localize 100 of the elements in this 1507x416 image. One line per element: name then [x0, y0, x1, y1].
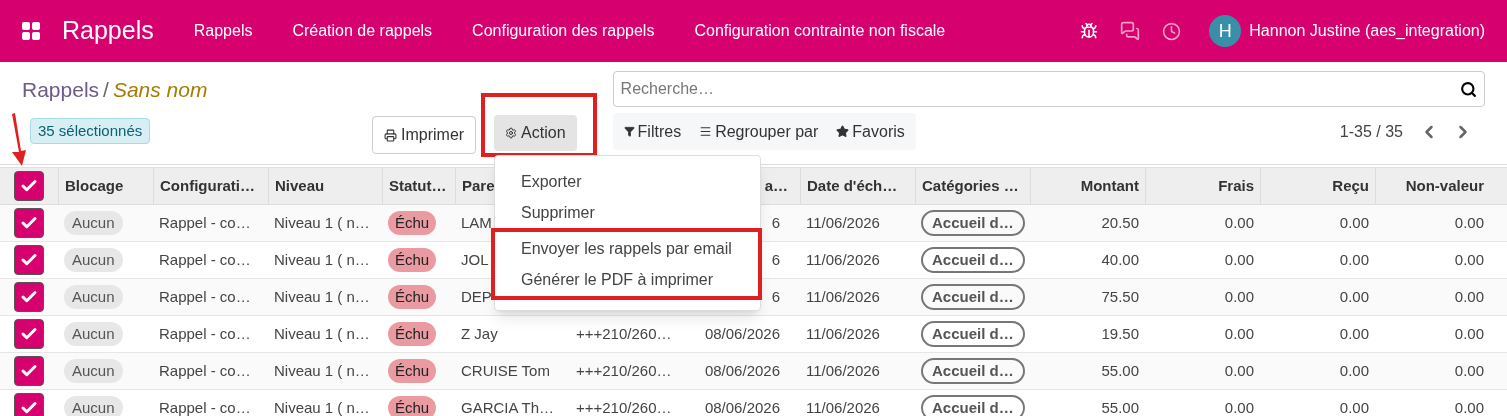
row-checkbox[interactable]: [14, 282, 44, 312]
menu-item[interactable]: Supprimer: [495, 197, 760, 228]
table-cell-text: 11/06/2026: [806, 249, 880, 270]
table-cell-text: 0.00: [1224, 212, 1254, 233]
table-cell-text: Rappel - co…: [159, 323, 251, 344]
menu-item[interactable]: Configuration des rappels: [452, 19, 675, 43]
menu-item[interactable]: Envoyer les rappels par email: [495, 233, 758, 264]
column-header[interactable]: Blocage: [65, 174, 124, 198]
status-tag: Échu: [388, 284, 437, 310]
record-title: Sans nom: [112, 77, 208, 103]
status-tag: Aucun: [64, 210, 123, 236]
row-checkbox[interactable]: [14, 356, 44, 386]
table-cell-text: Niveau 1 ( n…: [274, 397, 370, 416]
filter-button[interactable]: Favoris: [827, 119, 914, 144]
table-cell-text: 0.00: [1339, 212, 1369, 233]
table-cell-text: 0.00: [1454, 249, 1484, 270]
breadcrumb-separator: /: [103, 77, 109, 103]
table-cell-text: 0.00: [1454, 286, 1484, 307]
table-cell-text: DEP: [461, 286, 492, 307]
bug-icon[interactable]: [1080, 22, 1099, 40]
table-cell-text: JOL: [461, 249, 489, 270]
table-cell-text: +++210/260…: [576, 360, 672, 381]
table-cell-text: GARCIA Th…: [461, 397, 555, 416]
menu-item[interactable]: Configuration contrainte non fiscale: [674, 19, 966, 43]
apps-grid-icon[interactable]: [22, 22, 40, 40]
check-icon: [20, 399, 38, 416]
table-cell-text: 0.00: [1224, 323, 1254, 344]
printer-icon: [384, 128, 397, 142]
column-header[interactable]: Reçu: [1332, 174, 1369, 198]
table-cell-text: 11/06/2026: [806, 397, 880, 416]
table-cell-text: 0.00: [1454, 397, 1484, 416]
action-button[interactable]: Action: [494, 115, 577, 151]
table-cell-text: +++210/260…: [576, 323, 672, 344]
table-cell-text: Rappel - co…: [159, 286, 251, 307]
status-tag: Aucun: [64, 247, 123, 273]
table-cell-text: 6: [770, 286, 780, 307]
table-cell-text: Rappel - co…: [159, 360, 251, 381]
table-cell-text: Niveau 1 ( n…: [274, 212, 370, 233]
filter-button[interactable]: Regrouper par: [690, 119, 828, 144]
category-tag: Accueil d…: [921, 357, 1025, 385]
table-cell-text: Rappel - co…: [159, 249, 251, 270]
table-cell-text: 0.00: [1339, 323, 1369, 344]
column-header[interactable]: Configurati…: [160, 174, 255, 198]
table-cell-text: 11/06/2026: [806, 212, 880, 233]
print-button[interactable]: Imprimer: [372, 116, 477, 154]
list-icon: [699, 125, 713, 138]
filter-button[interactable]: Filtres: [614, 119, 691, 144]
table-cell-text: 0.00: [1454, 212, 1484, 233]
menu-item[interactable]: Exporter: [495, 166, 760, 197]
user-avatar[interactable]: H: [1209, 15, 1242, 47]
table-cell-text: Niveau 1 ( n…: [274, 249, 370, 270]
table-cell-text: LAM: [461, 212, 492, 233]
menu-item[interactable]: Générer le PDF à imprimer: [495, 264, 758, 295]
table-cell-text: Niveau 1 ( n…: [274, 360, 370, 381]
status-tag: Aucun: [64, 358, 123, 384]
column-header[interactable]: Montant: [1080, 174, 1139, 198]
table-cell-text: 75.50: [1101, 286, 1139, 307]
app-title: Rappels: [62, 15, 154, 47]
table-cell-text: 08/06/2026: [703, 323, 780, 344]
row-checkbox[interactable]: [14, 319, 44, 349]
row-checkbox[interactable]: [14, 208, 44, 238]
clock-icon[interactable]: [1162, 21, 1182, 41]
column-header[interactable]: Statut…: [389, 174, 447, 198]
star-icon: [836, 125, 850, 138]
chat-icon[interactable]: [1120, 21, 1141, 41]
table-cell-text: 0.00: [1454, 360, 1484, 381]
menu-item[interactable]: Création de rappels: [272, 19, 453, 43]
search-icon[interactable]: [1460, 81, 1477, 98]
table-cell-text: +++210/260…: [576, 397, 672, 416]
table-cell-text: 20.50: [1101, 212, 1139, 233]
search-field[interactable]: Recherche…: [612, 71, 1485, 107]
table-cell-text: 08/06/2026: [703, 397, 780, 416]
table-cell-text: 0.00: [1224, 397, 1254, 416]
column-header[interactable]: Catégories …: [922, 174, 1019, 198]
column-header[interactable]: Non-valeur: [1405, 174, 1484, 198]
table-cell-text: 40.00: [1101, 249, 1139, 270]
column-header[interactable]: Frais: [1218, 174, 1254, 198]
user-name[interactable]: Hannon Justine (aes_integration): [1249, 19, 1485, 43]
status-tag: Aucun: [64, 395, 123, 416]
table-cell-text: 0.00: [1339, 360, 1369, 381]
menu-item[interactable]: Rappels: [173, 19, 273, 43]
status-tag: Échu: [388, 358, 437, 384]
row-checkbox[interactable]: [14, 245, 44, 275]
table-cell-text: 0.00: [1454, 323, 1484, 344]
table-cell-text: Rappel - co…: [159, 212, 251, 233]
breadcrumb-link[interactable]: Rappels: [22, 74, 100, 106]
row-checkbox[interactable]: [14, 171, 44, 201]
column-header[interactable]: Date d'éch…: [807, 174, 898, 198]
category-tag: Accueil d…: [921, 394, 1025, 416]
status-tag: Échu: [388, 321, 437, 347]
column-header[interactable]: a…: [764, 174, 788, 198]
column-header[interactable]: Pare: [462, 174, 495, 198]
table-cell-text: 0.00: [1224, 286, 1254, 307]
table-cell-text: 55.00: [1101, 360, 1139, 381]
table-cell-text: 6: [770, 212, 780, 233]
category-tag: Accueil d…: [921, 209, 1025, 237]
row-checkbox[interactable]: [14, 393, 44, 416]
table-cell-text: 08/06/2026: [703, 360, 780, 381]
column-header[interactable]: Niveau: [275, 174, 325, 198]
category-tag: Accueil d…: [921, 320, 1025, 348]
